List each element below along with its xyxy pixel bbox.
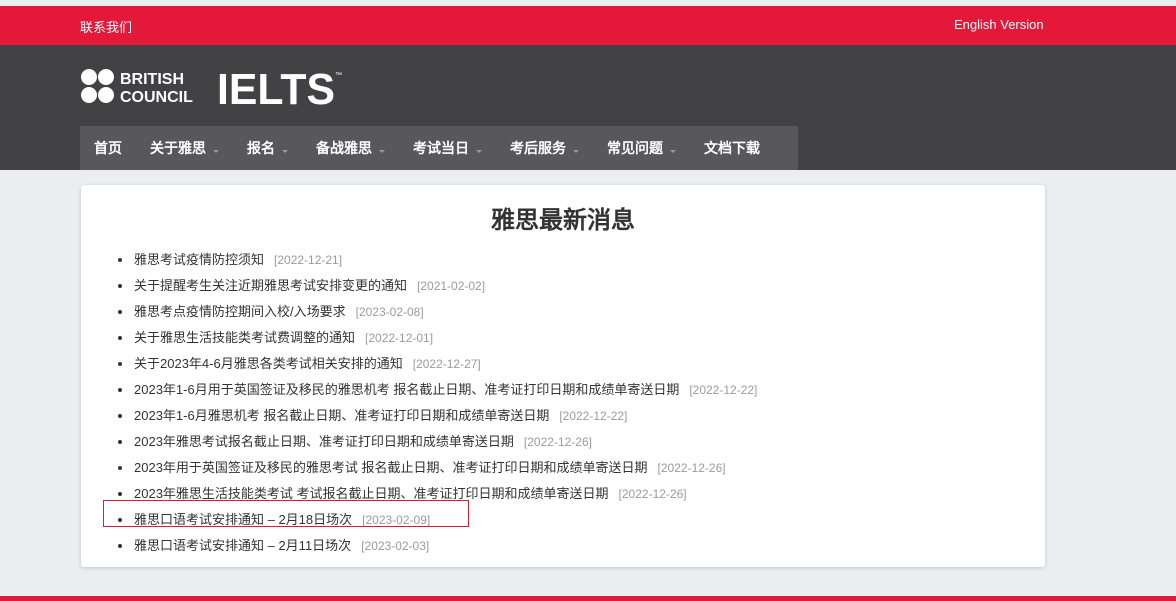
nav-item-label: 考后服务: [510, 140, 566, 156]
news-date: [2022-12-26]: [618, 487, 687, 501]
nav-item[interactable]: 文档下载: [690, 126, 774, 170]
caret-down-icon: [476, 149, 482, 153]
news-title-link[interactable]: 雅思口语考试安排通知 – 2月11日场次: [134, 536, 351, 556]
news-title-link[interactable]: 2023年1-6月雅思机考 报名截止日期、准考证打印日期和成绩单寄送日期: [134, 406, 549, 426]
caret-down-icon: [670, 149, 676, 153]
news-date: [2022-12-01]: [365, 331, 434, 345]
bullet-icon: [118, 336, 122, 340]
news-item: 2023年1-6月用于英国签证及移民的雅思机考 报名截止日期、准考证打印日期和成…: [118, 377, 757, 403]
main-nav: 首页 关于雅思 报名 备战雅思 考试当日 考后服务 常见问题 文档下载: [80, 126, 798, 170]
news-date: [2022-12-22]: [559, 409, 628, 423]
top-bar: 联系我们 English Version: [0, 6, 1176, 45]
news-date: [2022-12-26]: [657, 461, 726, 475]
nav-item-label: 文档下载: [704, 140, 760, 156]
logo-ielts-text: IELTS: [217, 67, 335, 107]
british-council-dots-icon: [81, 69, 114, 103]
caret-down-icon: [379, 149, 385, 153]
bullet-icon: [118, 362, 122, 366]
page-title: 雅思最新消息: [491, 207, 635, 234]
news-item: 雅思考点疫情防控期间入校/入场要求 [2023-02-08]: [118, 299, 757, 325]
news-date: [2022-12-27]: [412, 357, 481, 371]
news-date: [2022-12-21]: [274, 253, 343, 267]
bullet-icon: [118, 284, 122, 288]
logo-british-text: BRITISH: [120, 71, 184, 88]
news-item: 2023年雅思考试报名截止日期、准考证打印日期和成绩单寄送日期 [2022-12-…: [118, 429, 757, 455]
caret-down-icon: [573, 149, 579, 153]
nav-item[interactable]: 报名: [233, 126, 302, 170]
bullet-icon: [118, 466, 122, 470]
british-council-ielts-logo[interactable]: BRITISH COUNCIL IELTS ™: [80, 67, 342, 107]
news-date: [2022-12-22]: [689, 383, 758, 397]
nav-item-label: 首页: [94, 140, 122, 156]
nav-item[interactable]: 常见问题: [593, 126, 690, 170]
bullet-icon: [118, 492, 122, 496]
news-item: 雅思考试疫情防控须知 [2022-12-21]: [118, 247, 757, 273]
logo-council-text: COUNCIL: [120, 89, 193, 106]
news-title-link[interactable]: 关于提醒考生关注近期雅思考试安排变更的通知: [134, 276, 407, 296]
nav-item[interactable]: 考后服务: [496, 126, 593, 170]
nav-item-label: 考试当日: [413, 140, 469, 156]
nav-item[interactable]: 备战雅思: [302, 126, 399, 170]
news-title-link[interactable]: 雅思考点疫情防控期间入校/入场要求: [134, 302, 346, 322]
news-title-link[interactable]: 2023年雅思考试报名截止日期、准考证打印日期和成绩单寄送日期: [134, 432, 514, 452]
nav-item-label: 关于雅思: [150, 140, 206, 156]
bottom-bar: [0, 596, 1176, 601]
logo-trademark: ™: [335, 72, 342, 79]
nav-item[interactable]: 首页: [80, 126, 136, 170]
nav-item[interactable]: 关于雅思: [136, 126, 233, 170]
news-date: [2022-12-26]: [523, 435, 592, 449]
news-item: 关于提醒考生关注近期雅思考试安排变更的通知 [2021-02-02]: [118, 273, 757, 299]
bullet-icon: [118, 544, 122, 548]
english-version-link[interactable]: English Version: [954, 17, 1044, 32]
contact-us-link[interactable]: 联系我们: [80, 17, 132, 36]
news-title-link[interactable]: 雅思考试疫情防控须知: [134, 250, 264, 270]
news-date: [2021-02-02]: [417, 279, 486, 293]
bullet-icon: [118, 310, 122, 314]
news-item: 雅思口语考试安排通知 – 2月11日场次 [2023-02-03]: [118, 533, 757, 559]
news-title-link[interactable]: 关于2023年4-6月雅思各类考试相关安排的通知: [134, 354, 403, 374]
site-header: BRITISH COUNCIL IELTS ™ 首页 关于雅思 报名 备战雅思 考试当日…: [0, 45, 1176, 170]
news-item: 2023年用于英国签证及移民的雅思考试 报名截止日期、准考证打印日期和成绩单寄送…: [118, 455, 757, 481]
nav-item-label: 备战雅思: [316, 140, 372, 156]
news-item: 关于2023年4-6月雅思各类考试相关安排的通知 [2022-12-27]: [118, 351, 757, 377]
nav-item-label: 常见问题: [607, 140, 663, 156]
caret-down-icon: [282, 149, 288, 153]
news-date: [2023-02-03]: [361, 539, 430, 553]
news-title-link[interactable]: 关于雅思生活技能类考试费调整的通知: [134, 328, 355, 348]
nav-item[interactable]: 考试当日: [399, 126, 496, 170]
bullet-icon: [118, 258, 122, 262]
bullet-icon: [118, 388, 122, 392]
news-title-link[interactable]: 2023年用于英国签证及移民的雅思考试 报名截止日期、准考证打印日期和成绩单寄送…: [134, 458, 648, 478]
caret-down-icon: [213, 149, 219, 153]
bullet-icon: [118, 440, 122, 444]
news-date: [2023-02-08]: [355, 305, 424, 319]
news-title-link[interactable]: 2023年1-6月用于英国签证及移民的雅思机考 报名截止日期、准考证打印日期和成…: [134, 380, 679, 400]
nav-item-label: 报名: [247, 140, 275, 156]
highlight-box: [103, 500, 469, 527]
bullet-icon: [118, 414, 122, 418]
news-item: 关于雅思生活技能类考试费调整的通知 [2022-12-01]: [118, 325, 757, 351]
news-item: 2023年1-6月雅思机考 报名截止日期、准考证打印日期和成绩单寄送日期 [202…: [118, 403, 757, 429]
